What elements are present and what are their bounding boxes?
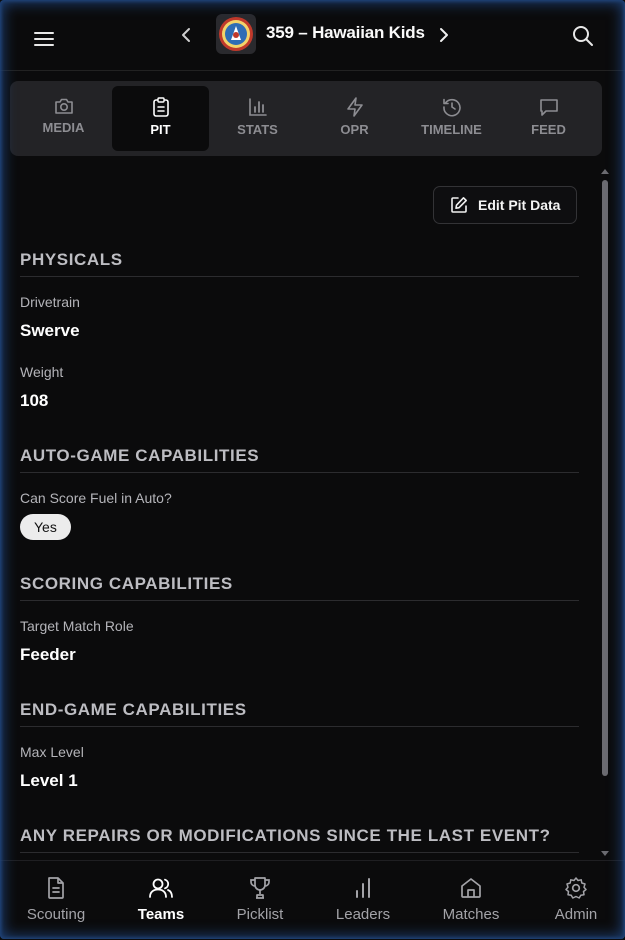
nav-label: Leaders xyxy=(335,906,391,923)
tab-label: FEED xyxy=(531,122,566,137)
edit-pit-data-label: Edit Pit Data xyxy=(478,197,561,213)
section-repairs-title: ANY REPAIRS OR MODIFICATIONS SINCE THE L… xyxy=(20,826,579,853)
section-auto-title: AUTO-GAME CAPABILITIES xyxy=(20,446,579,473)
edit-pit-data-button[interactable]: Edit Pit Data xyxy=(433,186,577,224)
nav-picklist[interactable]: Picklist xyxy=(220,861,300,940)
team-avatar xyxy=(216,14,256,54)
home-icon xyxy=(461,878,481,898)
tab-label: STATS xyxy=(237,122,278,137)
nav-label: Matches xyxy=(442,906,500,923)
nav-label: Picklist xyxy=(236,906,284,923)
tab-bar: MEDIA PIT STATS OPR TIMELINE FEED xyxy=(10,81,602,156)
pit-content: Edit Pit Data PHYSICALS Drivetrain Swerv… xyxy=(0,157,600,860)
tab-pit[interactable]: PIT xyxy=(112,86,209,151)
document-icon xyxy=(48,877,64,899)
section-physicals-title: PHYSICALS xyxy=(20,250,579,277)
camera-icon xyxy=(54,98,73,114)
target-role-value: Feeder xyxy=(20,645,76,664)
nav-teams[interactable]: Teams xyxy=(121,861,201,940)
nav-leaders[interactable]: Leaders xyxy=(323,861,403,940)
bar-chart-icon xyxy=(356,878,370,898)
tab-label: TIMELINE xyxy=(421,122,482,137)
team-title[interactable]: 359 – Hawaiian Kids xyxy=(266,23,425,43)
gear-icon xyxy=(565,877,587,899)
nav-admin[interactable]: Admin xyxy=(536,861,616,940)
search-icon[interactable] xyxy=(572,25,594,47)
drivetrain-label: Drivetrain xyxy=(20,294,80,310)
weight-label: Weight xyxy=(20,364,64,380)
auto-fuel-badge: Yes xyxy=(20,514,71,540)
lightning-icon xyxy=(346,97,363,117)
auto-fuel-label: Can Score Fuel in Auto? xyxy=(20,490,172,506)
scroll-down-arrow[interactable] xyxy=(601,851,609,856)
target-role-label: Target Match Role xyxy=(20,618,134,634)
tab-label: MEDIA xyxy=(42,120,85,135)
users-icon xyxy=(149,878,173,898)
nav-scouting[interactable]: Scouting xyxy=(16,861,96,940)
max-level-label: Max Level xyxy=(20,744,84,760)
tab-label: PIT xyxy=(150,122,171,137)
section-scoring-title: SCORING CAPABILITIES xyxy=(20,574,579,601)
top-bar: 359 – Hawaiian Kids xyxy=(0,0,625,71)
nav-label: Scouting xyxy=(26,906,86,923)
scrollbar-thumb[interactable] xyxy=(602,180,608,776)
tab-opr[interactable]: OPR xyxy=(306,86,403,151)
history-icon xyxy=(442,98,461,117)
hamburger-icon[interactable] xyxy=(34,32,54,48)
bottom-nav: Scouting Teams Picklist Leaders Matches … xyxy=(0,860,625,940)
nav-label: Admin xyxy=(554,906,598,923)
tab-stats[interactable]: STATS xyxy=(209,86,306,151)
weight-value: 108 xyxy=(20,391,49,410)
scroll-up-arrow[interactable] xyxy=(601,169,609,174)
chevron-right-icon[interactable] xyxy=(434,24,454,46)
nav-matches[interactable]: Matches xyxy=(431,861,511,940)
tab-timeline[interactable]: TIMELINE xyxy=(403,86,500,151)
tab-feed[interactable]: FEED xyxy=(500,86,597,151)
nav-label: Teams xyxy=(137,906,185,923)
trophy-icon xyxy=(250,877,270,899)
bar-chart-icon xyxy=(248,98,267,116)
section-endgame-title: END-GAME CAPABILITIES xyxy=(20,700,579,727)
clipboard-icon xyxy=(152,97,169,117)
chevron-left-icon[interactable] xyxy=(176,24,196,46)
tab-label: OPR xyxy=(340,122,369,137)
tab-media[interactable]: MEDIA xyxy=(15,86,112,151)
message-icon xyxy=(539,99,558,116)
edit-icon xyxy=(451,197,467,213)
drivetrain-value: Swerve xyxy=(20,321,80,340)
max-level-value: Level 1 xyxy=(20,771,78,790)
